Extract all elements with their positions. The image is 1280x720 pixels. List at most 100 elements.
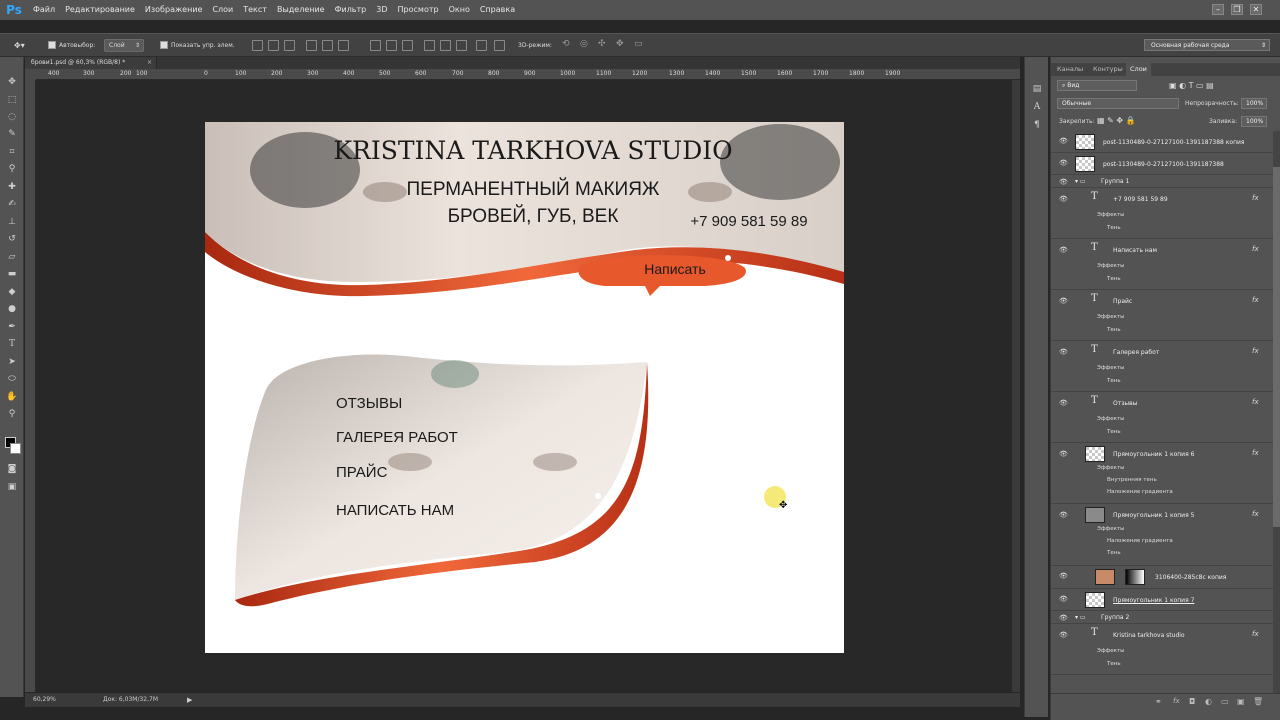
3d-rotate-icon[interactable]: ⟲ [562, 39, 570, 49]
autoselect-checkbox[interactable] [48, 41, 56, 49]
path-select-tool-icon[interactable]: ➤ [4, 355, 20, 369]
adjustment-layer-icon[interactable]: ◐ [1205, 697, 1212, 706]
fx-icon[interactable]: fx [1252, 630, 1259, 638]
layer-group-row[interactable]: 👁 ▾ ▭ Группа 1 [1051, 175, 1273, 188]
distribute-top-icon[interactable] [370, 40, 381, 51]
eye-icon[interactable]: 👁 [1059, 614, 1068, 622]
lasso-tool-icon[interactable]: ◌ [4, 110, 20, 124]
fx-icon[interactable]: fx [1252, 347, 1259, 355]
layer-row[interactable]: 👁 T Отзывы fx Эффекты Тень [1051, 392, 1273, 443]
tab-layers[interactable]: Слои [1126, 63, 1151, 76]
eye-icon[interactable]: 👁 [1059, 159, 1068, 167]
maximize-button[interactable]: ❐ [1231, 4, 1243, 15]
fx-icon[interactable]: fx [1252, 296, 1259, 304]
layer-row[interactable]: 👁 post-1130489-0-27127100-1391187388 [1051, 153, 1273, 175]
eye-icon[interactable]: 👁 [1059, 450, 1068, 458]
shape-tool-icon[interactable]: ⬭ [4, 372, 20, 386]
brush-tool-icon[interactable]: ✍ [4, 197, 20, 211]
fx-icon[interactable]: fx [1252, 510, 1259, 518]
fill-input[interactable]: 100% [1241, 116, 1267, 127]
layers-scrollbar-thumb[interactable] [1273, 167, 1280, 527]
eye-icon[interactable]: 👁 [1059, 246, 1068, 254]
type-tool-icon[interactable]: T [4, 337, 20, 351]
menu-filter[interactable]: Фильтр [330, 0, 372, 20]
history-brush-tool-icon[interactable]: ↺ [4, 232, 20, 246]
background-color-swatch[interactable] [10, 443, 21, 454]
dodge-tool-icon[interactable]: ● [4, 302, 20, 316]
move-tool-icon[interactable]: ✥ [4, 75, 20, 89]
pen-tool-icon[interactable]: ✒ [4, 320, 20, 334]
close-window-button[interactable]: ✕ [1250, 4, 1262, 15]
distribute-vcenter-icon[interactable] [386, 40, 397, 51]
distribute-left-icon[interactable] [424, 40, 435, 51]
menu-type[interactable]: Текст [238, 0, 272, 20]
blend-mode-select[interactable]: Обычные [1057, 98, 1179, 109]
distribute-bottom-icon[interactable] [402, 40, 413, 51]
eye-icon[interactable]: 👁 [1059, 178, 1068, 186]
auto-align-icon[interactable] [476, 40, 487, 51]
layer-row[interactable]: 👁 Прямоугольник 1 копия 6 fx Эффекты Вну… [1051, 443, 1273, 504]
eyedropper-tool-icon[interactable]: ⚲ [4, 162, 20, 176]
menu-3d[interactable]: 3D [371, 0, 392, 20]
layer-row[interactable]: 👁 T +7 909 581 59 89 fx Эффекты Тень [1051, 188, 1273, 239]
align-right-icon[interactable] [338, 40, 349, 51]
layer-row[interactable]: 👁 T Прайс fx Эффекты Тень [1051, 290, 1273, 341]
align-hcenter-icon[interactable] [322, 40, 333, 51]
new-group-icon[interactable]: ▭ [1221, 697, 1229, 706]
document-tab[interactable]: брови1.psd @ 60,3% (RGB/8) * × [25, 57, 157, 69]
crop-tool-icon[interactable]: ⌗ [4, 145, 20, 159]
layer-mask-thumbnail[interactable] [1125, 569, 1145, 585]
menu-help[interactable]: Справка [475, 0, 520, 20]
layer-group-row[interactable]: 👁 ▾ ▭ Группа 2 [1051, 611, 1273, 624]
paragraph-icon[interactable]: ¶ [1031, 119, 1043, 131]
history-icon[interactable]: ▤ [1031, 83, 1043, 95]
healing-tool-icon[interactable]: ✚ [4, 180, 20, 194]
hand-tool-icon[interactable]: ✋ [4, 390, 20, 404]
menu-image[interactable]: Изображение [140, 0, 208, 20]
add-style-icon[interactable]: fx [1173, 697, 1180, 705]
menu-view[interactable]: Просмотр [393, 0, 444, 20]
fx-icon[interactable]: fx [1252, 398, 1259, 406]
align-top-icon[interactable] [252, 40, 263, 51]
layer-row[interactable]: 👁 T Написать нам fx Эффекты Тень [1051, 239, 1273, 290]
fx-icon[interactable]: fx [1252, 245, 1259, 253]
fx-icon[interactable]: fx [1252, 449, 1259, 457]
eye-icon[interactable]: 👁 [1059, 631, 1068, 639]
layer-row[interactable]: 👁 post-1130489-0-27127100-1391187388 коп… [1051, 131, 1273, 153]
filter-pixel-icon[interactable]: ▣ ◐ T ▭ ▤ [1169, 81, 1214, 90]
menu-window[interactable]: Окно [444, 0, 475, 20]
menu-layers[interactable]: Слои [207, 0, 238, 20]
3d-drag-icon[interactable]: ✣ [598, 39, 606, 49]
distribute-hcenter-icon[interactable] [440, 40, 451, 51]
autoselect-select[interactable]: Слой ⇕ [104, 39, 144, 52]
new-layer-icon[interactable]: ▣ [1237, 697, 1245, 706]
quick-mask-icon[interactable]: ◙ [4, 462, 20, 476]
eraser-tool-icon[interactable]: ▱ [4, 250, 20, 264]
screen-mode-icon[interactable]: ▣ [4, 480, 20, 494]
character-icon[interactable]: A [1031, 101, 1043, 113]
align-left-icon[interactable] [306, 40, 317, 51]
gradient-tool-icon[interactable]: ▬ [4, 267, 20, 281]
distribute-right-icon[interactable] [456, 40, 467, 51]
zoom-level[interactable]: 60,29% [33, 693, 56, 707]
zoom-tool-icon[interactable]: ⚲ [4, 407, 20, 421]
opacity-input[interactable]: 100% [1241, 98, 1267, 109]
3d-scale-icon[interactable]: ▭ [634, 39, 643, 49]
link-layers-icon[interactable]: ⚭ [1155, 697, 1162, 706]
tab-paths[interactable]: Контуры [1089, 63, 1127, 76]
align-bottom-icon[interactable] [284, 40, 295, 51]
menu-select[interactable]: Выделение [272, 0, 330, 20]
tab-channels[interactable]: Каналы [1053, 63, 1087, 76]
layer-row[interactable]: 👁 T Kristina tarkhova studio fx Эффекты … [1051, 624, 1273, 675]
quick-select-tool-icon[interactable]: ✎ [4, 127, 20, 141]
marquee-tool-icon[interactable]: ⬚ [4, 93, 20, 107]
minimize-button[interactable]: – [1212, 4, 1224, 15]
layer-row[interactable]: 👁 Прямоугольник 1 копия 7 [1051, 589, 1273, 611]
show-controls-checkbox[interactable] [160, 41, 168, 49]
3d-roll-icon[interactable]: ◎ [580, 39, 588, 49]
blur-tool-icon[interactable]: ◆ [4, 285, 20, 299]
add-mask-icon[interactable]: ◘ [1189, 697, 1195, 706]
layer-filter-select[interactable]: ⌕ Вид [1057, 80, 1137, 91]
layer-row[interactable]: 👁 3106400-285c8c копия [1051, 566, 1273, 589]
layer-row[interactable]: 👁 Прямоугольник 1 копия 5 fx Эффекты Нал… [1051, 504, 1273, 566]
